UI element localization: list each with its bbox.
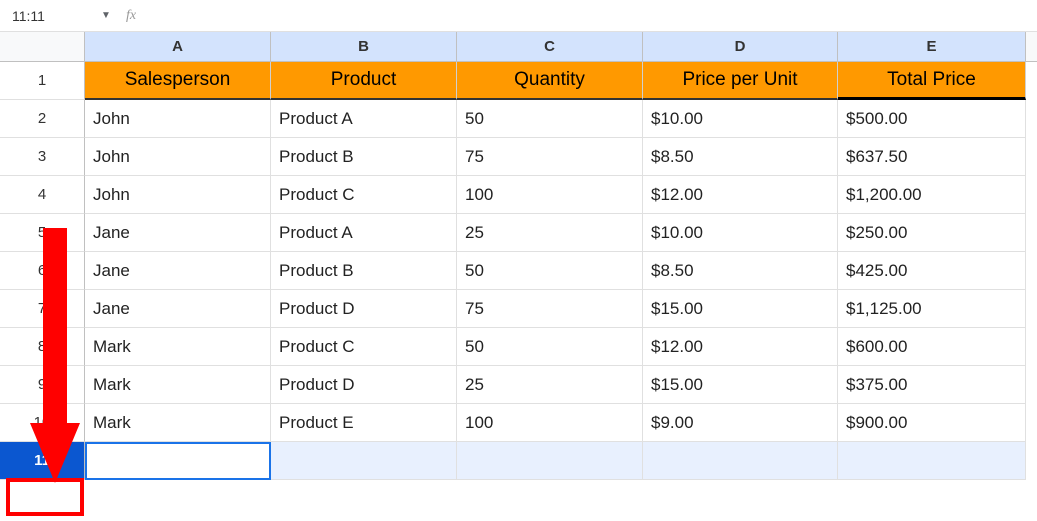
cell-b2[interactable]: Product A (271, 100, 457, 138)
formula-bar: 11:11 ▼ fx (0, 0, 1037, 32)
cell-e7[interactable]: $1,125.00 (838, 290, 1026, 328)
row-header-3[interactable]: 3 (0, 138, 85, 176)
cell-b7[interactable]: Product D (271, 290, 457, 328)
cell-a8[interactable]: Mark (85, 328, 271, 366)
cell-d8[interactable]: $12.00 (643, 328, 838, 366)
row-header-5[interactable]: 5 (0, 214, 85, 252)
cell-c2[interactable]: 50 (457, 100, 643, 138)
cell-c8[interactable]: 50 (457, 328, 643, 366)
cell-c1[interactable]: Quantity (457, 62, 643, 100)
cell-c6[interactable]: 50 (457, 252, 643, 290)
cell-a1[interactable]: Salesperson (85, 62, 271, 100)
annotation-highlight-box (6, 478, 84, 516)
cell-b6[interactable]: Product B (271, 252, 457, 290)
cell-c11[interactable] (457, 442, 643, 480)
cell-b1[interactable]: Product (271, 62, 457, 100)
cell-a4[interactable]: John (85, 176, 271, 214)
cell-c7[interactable]: 75 (457, 290, 643, 328)
row-header-6[interactable]: 6 (0, 252, 85, 290)
row-header-4[interactable]: 4 (0, 176, 85, 214)
cell-a10[interactable]: Mark (85, 404, 271, 442)
name-box[interactable]: 11:11 (8, 8, 98, 24)
cell-a5[interactable]: Jane (85, 214, 271, 252)
cell-c9[interactable]: 25 (457, 366, 643, 404)
cell-e2[interactable]: $500.00 (838, 100, 1026, 138)
row-header-7[interactable]: 7 (0, 290, 85, 328)
table-row: 11 (0, 442, 1037, 480)
cell-a9[interactable]: Mark (85, 366, 271, 404)
row-header-1[interactable]: 1 (0, 62, 85, 100)
table-row: 9 Mark Product D 25 $15.00 $375.00 (0, 366, 1037, 404)
cell-e6[interactable]: $425.00 (838, 252, 1026, 290)
row-header-10[interactable]: 10 (0, 404, 85, 442)
cell-a6[interactable]: Jane (85, 252, 271, 290)
cell-d5[interactable]: $10.00 (643, 214, 838, 252)
cell-e9[interactable]: $375.00 (838, 366, 1026, 404)
cell-b3[interactable]: Product B (271, 138, 457, 176)
fx-label: fx (126, 8, 136, 24)
row-header-11[interactable]: 11 (0, 442, 85, 480)
column-header-c[interactable]: C (457, 32, 643, 61)
cell-d6[interactable]: $8.50 (643, 252, 838, 290)
table-row: 5 Jane Product A 25 $10.00 $250.00 (0, 214, 1037, 252)
name-box-dropdown-icon[interactable]: ▼ (98, 10, 114, 21)
cell-d7[interactable]: $15.00 (643, 290, 838, 328)
cell-a11[interactable] (85, 442, 271, 480)
cell-c10[interactable]: 100 (457, 404, 643, 442)
column-header-row: A B C D E (0, 32, 1037, 62)
spreadsheet-grid: A B C D E 1 Salesperson Product Quantity… (0, 32, 1037, 480)
table-row: 1 Salesperson Product Quantity Price per… (0, 62, 1037, 100)
row-header-9[interactable]: 9 (0, 366, 85, 404)
row-header-2[interactable]: 2 (0, 100, 85, 138)
cell-e10[interactable]: $900.00 (838, 404, 1026, 442)
column-header-a[interactable]: A (85, 32, 271, 61)
cell-d11[interactable] (643, 442, 838, 480)
table-row: 7 Jane Product D 75 $15.00 $1,125.00 (0, 290, 1037, 328)
cell-d3[interactable]: $8.50 (643, 138, 838, 176)
column-header-d[interactable]: D (643, 32, 838, 61)
cell-e11[interactable] (838, 442, 1026, 480)
cell-d2[interactable]: $10.00 (643, 100, 838, 138)
cell-a3[interactable]: John (85, 138, 271, 176)
cell-d10[interactable]: $9.00 (643, 404, 838, 442)
cell-e1[interactable]: Total Price (838, 62, 1026, 100)
table-row: 6 Jane Product B 50 $8.50 $425.00 (0, 252, 1037, 290)
select-all-corner[interactable] (0, 32, 85, 61)
cell-b4[interactable]: Product C (271, 176, 457, 214)
cell-b8[interactable]: Product C (271, 328, 457, 366)
cell-e4[interactable]: $1,200.00 (838, 176, 1026, 214)
cell-c3[interactable]: 75 (457, 138, 643, 176)
cell-b5[interactable]: Product A (271, 214, 457, 252)
cell-b10[interactable]: Product E (271, 404, 457, 442)
cell-d4[interactable]: $12.00 (643, 176, 838, 214)
cell-e3[interactable]: $637.50 (838, 138, 1026, 176)
row-header-8[interactable]: 8 (0, 328, 85, 366)
column-header-e[interactable]: E (838, 32, 1026, 61)
table-row: 8 Mark Product C 50 $12.00 $600.00 (0, 328, 1037, 366)
table-row: 10 Mark Product E 100 $9.00 $900.00 (0, 404, 1037, 442)
cell-e8[interactable]: $600.00 (838, 328, 1026, 366)
cell-c5[interactable]: 25 (457, 214, 643, 252)
cell-d1[interactable]: Price per Unit (643, 62, 838, 100)
cell-e5[interactable]: $250.00 (838, 214, 1026, 252)
table-row: 4 John Product C 100 $12.00 $1,200.00 (0, 176, 1037, 214)
cell-b11[interactable] (271, 442, 457, 480)
cell-a2[interactable]: John (85, 100, 271, 138)
column-header-extra (1026, 32, 1037, 61)
table-row: 3 John Product B 75 $8.50 $637.50 (0, 138, 1037, 176)
cell-d9[interactable]: $15.00 (643, 366, 838, 404)
cell-c4[interactable]: 100 (457, 176, 643, 214)
table-row: 2 John Product A 50 $10.00 $500.00 (0, 100, 1037, 138)
cell-b9[interactable]: Product D (271, 366, 457, 404)
formula-input[interactable] (144, 0, 1029, 31)
cell-a7[interactable]: Jane (85, 290, 271, 328)
column-header-b[interactable]: B (271, 32, 457, 61)
